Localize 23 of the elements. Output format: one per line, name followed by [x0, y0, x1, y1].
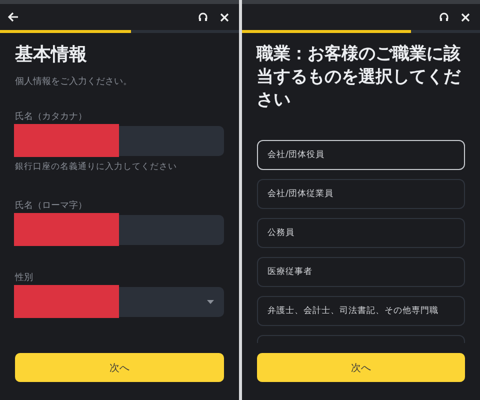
option-card[interactable]: 会社/団体従業員	[256, 178, 465, 209]
field-label: 氏名（ローマ字）	[15, 200, 88, 212]
page-subtitle: 個人情報をご入力ください。	[15, 76, 133, 88]
page-title: 基本情報	[15, 43, 88, 67]
dropdown-caret-icon	[206, 300, 214, 304]
close-icon[interactable]	[220, 12, 228, 22]
back-icon[interactable]	[8, 12, 19, 22]
field-label: 性別	[15, 272, 34, 284]
input-field[interactable]	[15, 215, 224, 246]
select-field[interactable]	[15, 287, 224, 318]
next-button[interactable]: 次へ	[256, 353, 465, 382]
input-field[interactable]	[15, 126, 224, 156]
option-card[interactable]: 医療従事者	[256, 256, 465, 287]
option-card[interactable]: 会社/団体役員	[256, 140, 465, 170]
option-card[interactable]: 弁護士、会計士、司法書記、その他専門職	[256, 296, 465, 326]
field-label: 氏名（カタカナ）	[15, 110, 88, 124]
headset-icon[interactable]	[439, 12, 449, 22]
page-title: 職業：お客様のご職業に該当するものを選択してください	[256, 43, 462, 112]
field-hint: 銀行口座の名義通りに入力してください	[15, 161, 178, 174]
next-button[interactable]: 次へ	[15, 353, 224, 382]
headset-icon[interactable]	[198, 12, 208, 22]
option-card[interactable]: 公務員	[256, 218, 465, 248]
close-icon[interactable]	[461, 12, 470, 22]
